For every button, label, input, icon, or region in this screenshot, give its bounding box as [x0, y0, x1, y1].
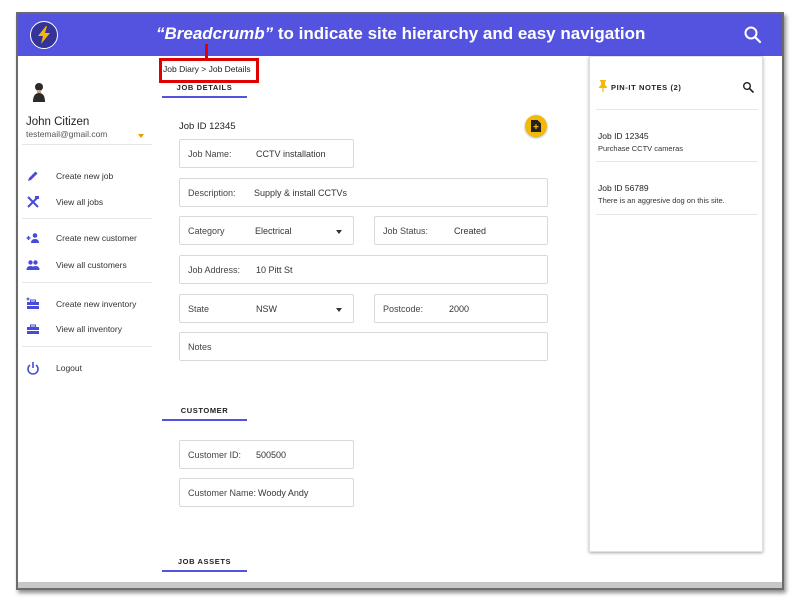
job-name-value: CCTV installation	[256, 149, 326, 159]
job-status-label: Job Status:	[383, 226, 429, 236]
pin-notes-title: PIN-IT NOTES (2)	[611, 83, 682, 92]
customer-id-value: 500500	[256, 450, 287, 460]
panel-divider	[596, 161, 758, 162]
notes-field[interactable]: Notes	[179, 332, 548, 361]
tab-job-assets[interactable]: JOB ASSETS	[162, 552, 247, 572]
customer-name-field[interactable]: Customer Name: Woody Andy	[179, 478, 354, 507]
state-value: NSW	[256, 304, 277, 314]
job-address-field[interactable]: Job Address: 10 Pitt St	[179, 255, 548, 284]
logout-button[interactable]: Logout	[22, 358, 152, 378]
avatar[interactable]	[32, 82, 46, 102]
sidebar-divider	[22, 282, 152, 283]
panel-divider	[596, 214, 758, 215]
pdf-export-button[interactable]	[525, 115, 547, 137]
customer-id-field[interactable]: Customer ID: 500500	[179, 440, 354, 469]
sidebar-item-label: View all customers	[56, 260, 127, 270]
window-bottom-edge	[18, 582, 782, 588]
app-window: “Breadcrumb” to indicate site hierarchy …	[16, 12, 784, 590]
pencil-icon	[28, 171, 38, 181]
pin-note-text: There is an aggresive dog on this site.	[598, 196, 725, 205]
sidebar-divider	[22, 144, 152, 145]
sidebar-item-label: Create new job	[56, 171, 114, 181]
annotation-callout-line	[205, 44, 208, 58]
category-select[interactable]: Category Electrical	[179, 216, 354, 245]
top-bar: “Breadcrumb” to indicate site hierarchy …	[18, 14, 782, 56]
sidebar-item-view-customers[interactable]: View all customers	[22, 255, 152, 275]
pin-notes-panel: PIN-IT NOTES (2) Job ID 12345 Purchase C…	[589, 56, 763, 552]
postcode-label: Postcode:	[383, 304, 424, 314]
sidebar-item-view-jobs[interactable]: View all jobs	[22, 192, 152, 212]
category-value: Electrical	[255, 226, 292, 236]
user-menu-caret-icon[interactable]	[138, 134, 144, 138]
job-status-value: Created	[454, 226, 487, 236]
customer-name-value: Woody Andy	[258, 488, 309, 498]
postcode-value: 2000	[449, 304, 470, 314]
category-label: Category	[188, 226, 225, 236]
job-id-label: Job ID 12345	[179, 121, 236, 132]
sidebar-item-create-inventory[interactable]: Create new inventory	[22, 294, 152, 314]
job-name-field[interactable]: Job Name: CCTV installation	[179, 139, 354, 168]
sidebar-item-label: View all inventory	[56, 324, 122, 334]
pin-icon	[599, 80, 607, 92]
sidebar-item-label: Logout	[56, 363, 82, 373]
add-group-icon	[26, 233, 39, 243]
lightning-logo-icon[interactable]	[30, 21, 58, 49]
toolbox-icon	[27, 324, 39, 334]
state-select[interactable]: State NSW	[179, 294, 354, 323]
annotation-caption-emphasis: “Breadcrumb”	[156, 24, 274, 43]
state-label: State	[188, 304, 210, 314]
sidebar-item-label: View all jobs	[56, 197, 104, 207]
power-icon	[27, 362, 39, 375]
breadcrumb[interactable]: Job Diary > Job Details	[163, 64, 251, 74]
tab-customer[interactable]: CUSTOMER	[162, 401, 247, 421]
user-email: testemail@gmail.com	[26, 129, 108, 139]
sidebar-item-create-customer[interactable]: Create new customer	[22, 228, 152, 248]
customer-id-label: Customer ID:	[188, 450, 242, 460]
user-name: John Citizen	[26, 116, 90, 128]
notes-placeholder: Notes	[188, 342, 212, 352]
annotation-caption: “Breadcrumb” to indicate site hierarchy …	[156, 24, 645, 44]
description-field[interactable]: Description: Supply & install CCTVs	[179, 178, 548, 207]
panel-divider	[596, 109, 758, 110]
job-address-label: Job Address:	[188, 265, 241, 275]
group-icon	[26, 260, 40, 270]
chevron-down-icon	[336, 308, 342, 312]
sidebar-item-label: Create new customer	[56, 233, 137, 243]
postcode-field[interactable]: Postcode: 2000	[374, 294, 548, 323]
description-label: Description:	[188, 188, 236, 198]
chevron-down-icon	[336, 230, 342, 234]
annotation-caption-text: to indicate site hierarchy and easy navi…	[273, 24, 646, 43]
toolbox-add-icon	[26, 297, 39, 309]
sidebar-divider	[22, 218, 152, 219]
description-value: Supply & install CCTVs	[254, 188, 348, 198]
sidebar-item-label: Create new inventory	[56, 299, 137, 309]
pin-note-job-id: Job ID 56789	[598, 183, 649, 193]
customer-name-label: Customer Name:	[188, 488, 257, 498]
tab-job-details[interactable]: JOB DETAILS	[162, 78, 247, 98]
sidebar: John Citizen testemail@gmail.com Create …	[18, 56, 158, 586]
job-name-label: Job Name:	[188, 149, 232, 159]
search-icon[interactable]	[742, 24, 764, 46]
pin-note-job-id: Job ID 12345	[598, 131, 649, 141]
job-address-value: 10 Pitt St	[256, 265, 293, 275]
sidebar-item-create-job[interactable]: Create new job	[22, 166, 152, 186]
sidebar-item-view-inventory[interactable]: View all inventory	[22, 319, 152, 339]
sidebar-divider	[22, 346, 152, 347]
search-icon[interactable]	[742, 81, 754, 93]
document-icon	[531, 120, 541, 132]
pin-note-text: Purchase CCTV cameras	[598, 144, 684, 153]
job-status-field[interactable]: Job Status: Created	[374, 216, 548, 245]
tools-icon	[27, 196, 39, 208]
